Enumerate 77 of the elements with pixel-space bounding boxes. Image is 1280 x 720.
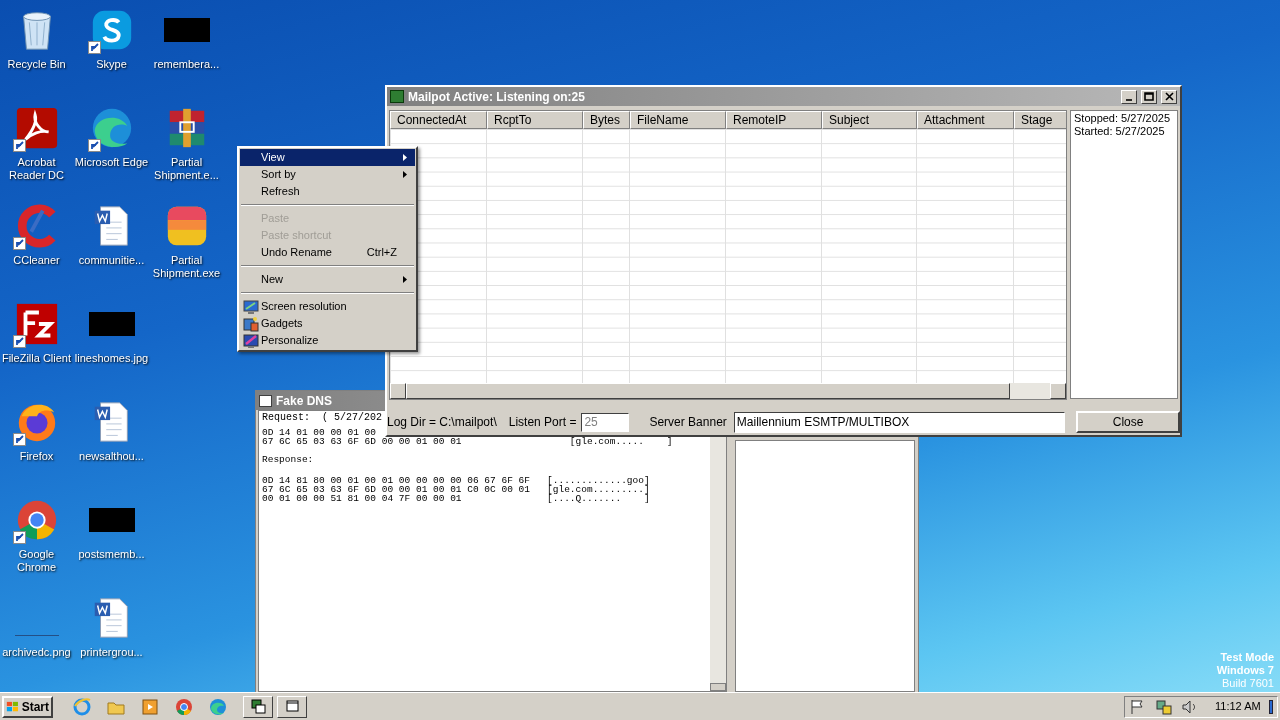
dns-task-button[interactable] [277, 695, 307, 718]
close-button[interactable] [1161, 89, 1177, 104]
menu-item[interactable]: New [240, 271, 415, 288]
log-line: 67 6C 65 03 63 6F 6D 00 00 01 00 01 C0 0C 00 01 [gle.com.........] [262, 484, 650, 495]
menu-item[interactable]: Screen resolution [240, 298, 415, 315]
listen-port-label: Listen Port = [508, 414, 577, 431]
status-line: Stopped: 5/27/2025 [1074, 112, 1172, 125]
desktop-icon-label[interactable]: Microsoft Edge [74, 156, 149, 169]
column-header[interactable]: FileName [630, 111, 726, 129]
menu-item[interactable]: View [240, 149, 415, 166]
desktop-icon-label[interactable]: lineshomes.jpg [74, 352, 149, 365]
start-button[interactable]: Start [2, 695, 53, 718]
menu-item[interactable]: Refresh [240, 183, 415, 200]
column-header[interactable]: Attachment [917, 111, 1014, 129]
redacted-thumbnail [88, 508, 135, 532]
close-icon [1164, 92, 1174, 101]
window-icon [249, 698, 267, 715]
minimize-button[interactable] [1121, 89, 1137, 104]
redacted-thumbnail [163, 18, 210, 42]
desktop-icon-label[interactable]: CCleaner [0, 254, 74, 267]
column-header[interactable]: Subject [822, 111, 917, 129]
desktop-icon-label[interactable]: Skype [74, 58, 149, 71]
menu-item[interactable]: Undo Rename Ctrl+Z [240, 244, 415, 261]
show-desktop-button[interactable] [1268, 699, 1273, 714]
desktop-icon-label[interactable]: communitie... [74, 254, 149, 267]
log-line: 0D 14 01 00 00 01 00 [262, 427, 377, 438]
column-header[interactable]: ConnectedAt [390, 111, 487, 129]
desktop-icon-label[interactable]: Firefox [0, 450, 74, 463]
status-line: Started: 5/27/2025 [1074, 125, 1166, 138]
desktop-icon-label[interactable]: newsalthou... [74, 450, 149, 463]
log-line: Response: [262, 454, 314, 465]
window-title: Fake DNS [276, 392, 333, 410]
media-player-icon[interactable] [141, 697, 159, 716]
horizontal-scrollbar[interactable] [390, 383, 1066, 399]
server-banner-field[interactable]: Maillennium ESMTP/MULTIBOX [733, 411, 1066, 433]
desktop-icon-label[interactable]: Partial Shipment.e... [149, 156, 224, 182]
close-button[interactable]: Close [1076, 411, 1180, 433]
window-icon [283, 698, 301, 715]
menu-item[interactable]: Gadgets [240, 315, 415, 332]
column-header[interactable]: Stage [1014, 111, 1066, 129]
shortcut-text: Ctrl+Z [366, 245, 397, 261]
menu-item[interactable]: Sort by [240, 166, 415, 183]
column-header[interactable]: Bytes [583, 111, 630, 129]
window-title: Mailpot Active: Listening on:25 [408, 88, 586, 106]
vertical-scrollbar[interactable] [710, 437, 726, 691]
server-banner-label: Server Banner [649, 414, 727, 431]
desktop-icon-label[interactable]: remembera... [149, 58, 224, 71]
paint-monitor-icon [243, 333, 259, 349]
minimize-icon [1126, 98, 1132, 101]
maximize-button[interactable] [1141, 89, 1157, 104]
log-line: 67 6C 65 03 63 6F 6D 00 00 01 00 01 [gle.com..... ] [262, 436, 673, 447]
column-header[interactable]: RemoteIP [726, 111, 822, 129]
log-line: Request: ( 5/27/202 [262, 412, 383, 423]
monitor-icon [243, 299, 259, 315]
log-dir-label: Log Dir = C:\mailpot\ [387, 414, 497, 431]
os-build-text: Windows 7 [1216, 664, 1274, 677]
browser-icon[interactable] [175, 697, 193, 716]
column-header[interactable]: RcptTo [487, 111, 583, 129]
desktop-icon-label[interactable]: postsmemb... [74, 548, 149, 561]
redacted-thumbnail [88, 312, 135, 336]
window-icon [390, 90, 404, 103]
mailpot-task-button[interactable] [243, 695, 273, 718]
gadgets-icon [243, 316, 259, 332]
os-build-text: Test Mode [1220, 651, 1274, 664]
log-line: 00 01 00 00 51 81 00 04 7F 00 00 01 [....Q....... ] [262, 493, 650, 504]
desktop-icon-label[interactable]: Google Chrome [0, 548, 74, 574]
desktop-icon-label[interactable]: FileZilla Client [0, 352, 74, 365]
windows-logo-icon [6, 699, 20, 714]
maximize-icon [1144, 92, 1154, 101]
log-line: 0D 14 81 80 00 01 00 01 00 00 00 00 06 67 6F 6F [.............goo] [262, 475, 650, 486]
os-build-text: Build 7601 [1222, 677, 1274, 690]
desktop-icon-label[interactable]: Acrobat Reader DC [0, 156, 74, 182]
desktop-icon-label[interactable]: Partial Shipment.exe [149, 254, 224, 280]
network-icon[interactable] [1155, 697, 1173, 716]
menu-item[interactable]: Personalize [240, 332, 415, 349]
desktop-icon-label[interactable]: Recycle Bin [0, 58, 74, 71]
window-icon [259, 394, 272, 407]
